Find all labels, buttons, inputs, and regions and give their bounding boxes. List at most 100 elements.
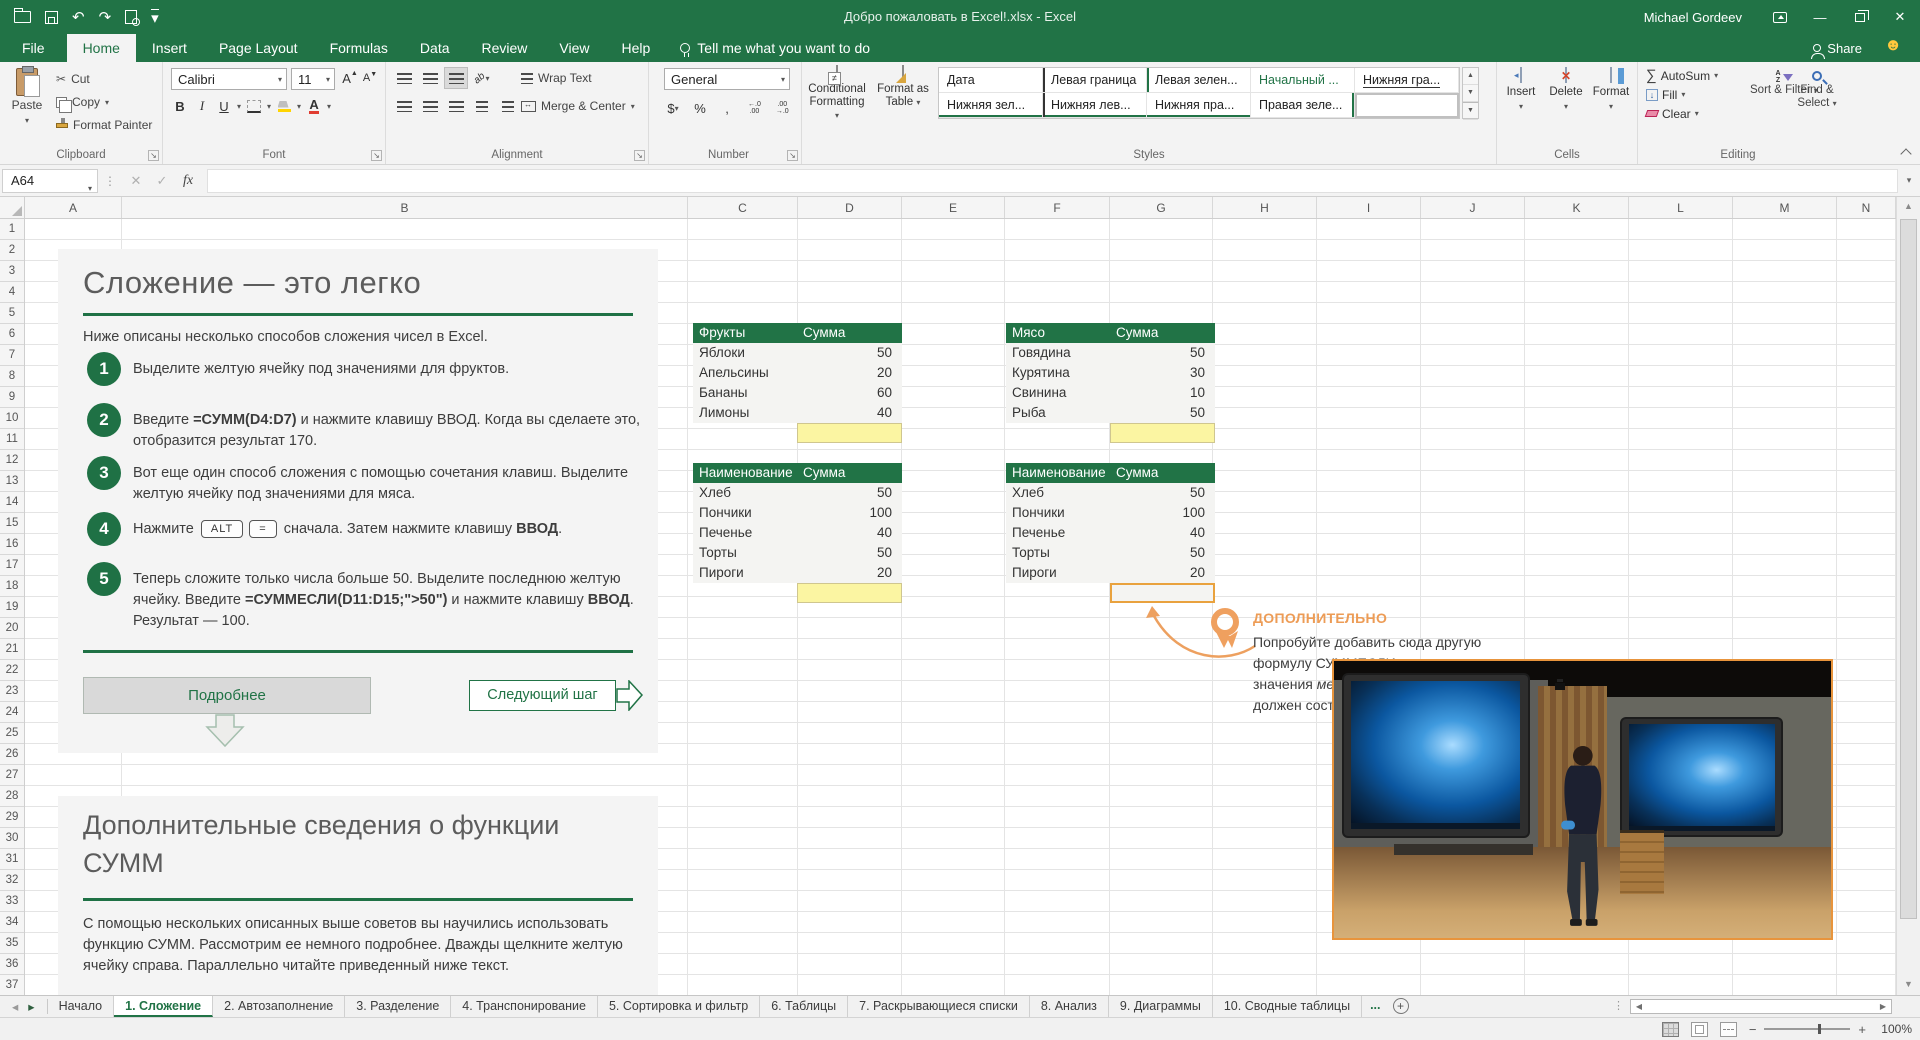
increase-decimal-button[interactable]: ←.0 .00: [745, 99, 764, 117]
new-sheet-button[interactable]: +: [1393, 998, 1409, 1014]
row-header-37[interactable]: 37: [0, 975, 24, 995]
row-header-20[interactable]: 20: [0, 618, 24, 639]
feedback-smiley-icon[interactable]: ☻: [1884, 36, 1902, 53]
row-header-18[interactable]: 18: [0, 576, 24, 597]
tab-insert[interactable]: Insert: [136, 34, 203, 62]
tab-help[interactable]: Help: [606, 34, 667, 62]
tab-formulas[interactable]: Formulas: [314, 34, 404, 62]
zoom-slider[interactable]: − +: [1749, 1022, 1866, 1037]
sheet-tabs-overflow[interactable]: ...: [1362, 996, 1388, 1017]
percent-style-button[interactable]: %: [691, 98, 709, 118]
column-header-j[interactable]: J: [1421, 197, 1525, 219]
column-header-d[interactable]: D: [798, 197, 902, 219]
format-painter-button[interactable]: Format Painter: [56, 114, 152, 136]
sheet-tab-начало[interactable]: Начало: [48, 996, 115, 1017]
column-header-l[interactable]: L: [1629, 197, 1733, 219]
gallery-more-icon[interactable]: ▼: [1463, 102, 1478, 120]
minimize-button[interactable]: —: [1800, 0, 1840, 34]
sheet-tab-8-анализ[interactable]: 8. Анализ: [1030, 996, 1109, 1017]
horizontal-scroll-thumb[interactable]: [1647, 1000, 1875, 1013]
row-header-11[interactable]: 11: [0, 429, 24, 450]
column-header-e[interactable]: E: [902, 197, 1005, 219]
scroll-down-icon[interactable]: ▼: [1897, 975, 1920, 993]
find-select-button[interactable]: Find & Select ▾: [1796, 70, 1838, 110]
zoom-out-icon[interactable]: −: [1749, 1022, 1757, 1037]
tab-page-layout[interactable]: Page Layout: [203, 34, 314, 62]
cell-style-нижняя-лев[interactable]: Нижняя лев...: [1043, 93, 1147, 118]
row-header-32[interactable]: 32: [0, 870, 24, 891]
comma-style-button[interactable]: ,: [718, 98, 736, 118]
formula-target-cell-yellow[interactable]: [1110, 423, 1215, 443]
share-button[interactable]: Share: [1813, 34, 1862, 62]
cell-style-левая-зелен[interactable]: Левая зелен...: [1147, 68, 1251, 93]
shrink-font-button[interactable]: A▼: [361, 68, 379, 88]
row-header-16[interactable]: 16: [0, 534, 24, 555]
row-header-12[interactable]: 12: [0, 450, 24, 471]
tab-split-handle[interactable]: ⋮: [1613, 996, 1624, 1017]
row-header-36[interactable]: 36: [0, 954, 24, 975]
cell-style-нижняя-зел[interactable]: Нижняя зел...: [939, 93, 1043, 118]
video-overlay[interactable]: [1332, 659, 1833, 940]
insert-cells-button[interactable]: Insert ▾: [1499, 68, 1543, 112]
number-format-combo[interactable]: General ▾: [664, 68, 790, 90]
page-break-view-button[interactable]: [1720, 1022, 1737, 1037]
cell-style-начальный[interactable]: Начальный ...: [1251, 68, 1355, 93]
sheet-tab-7-раскрывающиеся-списки[interactable]: 7. Раскрывающиеся списки: [848, 996, 1030, 1017]
increase-indent-button[interactable]: [496, 95, 520, 117]
tab-file[interactable]: File: [0, 34, 67, 62]
row-header-29[interactable]: 29: [0, 807, 24, 828]
row-header-8[interactable]: 8: [0, 366, 24, 387]
more-details-button[interactable]: Подробнее: [83, 677, 371, 714]
tab-view[interactable]: View: [543, 34, 605, 62]
clipboard-dialog-launcher[interactable]: ↘: [148, 150, 159, 161]
name-box[interactable]: A64 ▾: [2, 169, 98, 193]
restore-button[interactable]: [1840, 0, 1880, 34]
row-header-31[interactable]: 31: [0, 849, 24, 870]
sheet-tab-5-сортировка-и-фильтр[interactable]: 5. Сортировка и фильтр: [598, 996, 760, 1017]
row-header-19[interactable]: 19: [0, 597, 24, 618]
collapse-ribbon-icon[interactable]: [1900, 148, 1911, 159]
gallery-up-icon[interactable]: ▲: [1463, 68, 1478, 85]
row-header-2[interactable]: 2: [0, 240, 24, 261]
orientation-button[interactable]: ab▾: [470, 67, 494, 89]
cell-style-правая-зеле[interactable]: Правая зеле...: [1251, 93, 1355, 118]
sheet-nav-next-icon[interactable]: ▸: [28, 999, 34, 1014]
formula-input[interactable]: [207, 169, 1898, 193]
cut-button[interactable]: ✂ Cut: [56, 68, 90, 90]
zoom-thumb[interactable]: [1818, 1024, 1821, 1034]
tab-home[interactable]: Home: [67, 34, 136, 62]
clear-button[interactable]: Clear ▾: [1646, 104, 1718, 123]
column-header-g[interactable]: G: [1110, 197, 1213, 219]
wrap-text-button[interactable]: Wrap Text: [521, 67, 646, 89]
align-bottom-button[interactable]: [444, 67, 468, 89]
account-name[interactable]: Michael Gordeev: [1644, 10, 1742, 25]
zoom-track[interactable]: [1764, 1028, 1850, 1030]
cancel-entry-icon[interactable]: ✕: [123, 173, 149, 189]
row-header-1[interactable]: 1: [0, 219, 24, 240]
insert-function-icon[interactable]: fx: [175, 173, 201, 189]
column-header-m[interactable]: M: [1733, 197, 1837, 219]
tab-review[interactable]: Review: [466, 34, 544, 62]
zoom-level[interactable]: 100%: [1878, 1022, 1912, 1036]
font-dialog-launcher[interactable]: ↘: [371, 150, 382, 161]
zoom-in-icon[interactable]: +: [1858, 1022, 1866, 1037]
alignment-dialog-launcher[interactable]: ↘: [634, 150, 645, 161]
row-header-5[interactable]: 5: [0, 303, 24, 324]
accounting-format-button[interactable]: $▾: [664, 98, 682, 118]
borders-button[interactable]: [245, 96, 263, 116]
autosum-button[interactable]: ∑ AutoSum ▾: [1646, 66, 1718, 85]
row-header-10[interactable]: 10: [0, 408, 24, 429]
row-header-3[interactable]: 3: [0, 261, 24, 282]
column-header-h[interactable]: H: [1213, 197, 1317, 219]
expand-formula-bar-icon[interactable]: ▾: [1898, 175, 1920, 186]
sheet-tab-1-сложение[interactable]: 1. Сложение: [114, 996, 213, 1017]
row-header-33[interactable]: 33: [0, 891, 24, 912]
row-header-6[interactable]: 6: [0, 324, 24, 345]
name-box-splitter[interactable]: ⋮: [104, 174, 117, 188]
column-header-b[interactable]: B: [122, 197, 688, 219]
fill-color-button[interactable]: [275, 96, 293, 116]
scroll-up-icon[interactable]: ▲: [1897, 197, 1920, 215]
delete-cells-button[interactable]: Delete ▾: [1544, 68, 1588, 112]
row-header-14[interactable]: 14: [0, 492, 24, 513]
cell-style-нижняя-гра[interactable]: Нижняя гра...: [1355, 68, 1459, 93]
